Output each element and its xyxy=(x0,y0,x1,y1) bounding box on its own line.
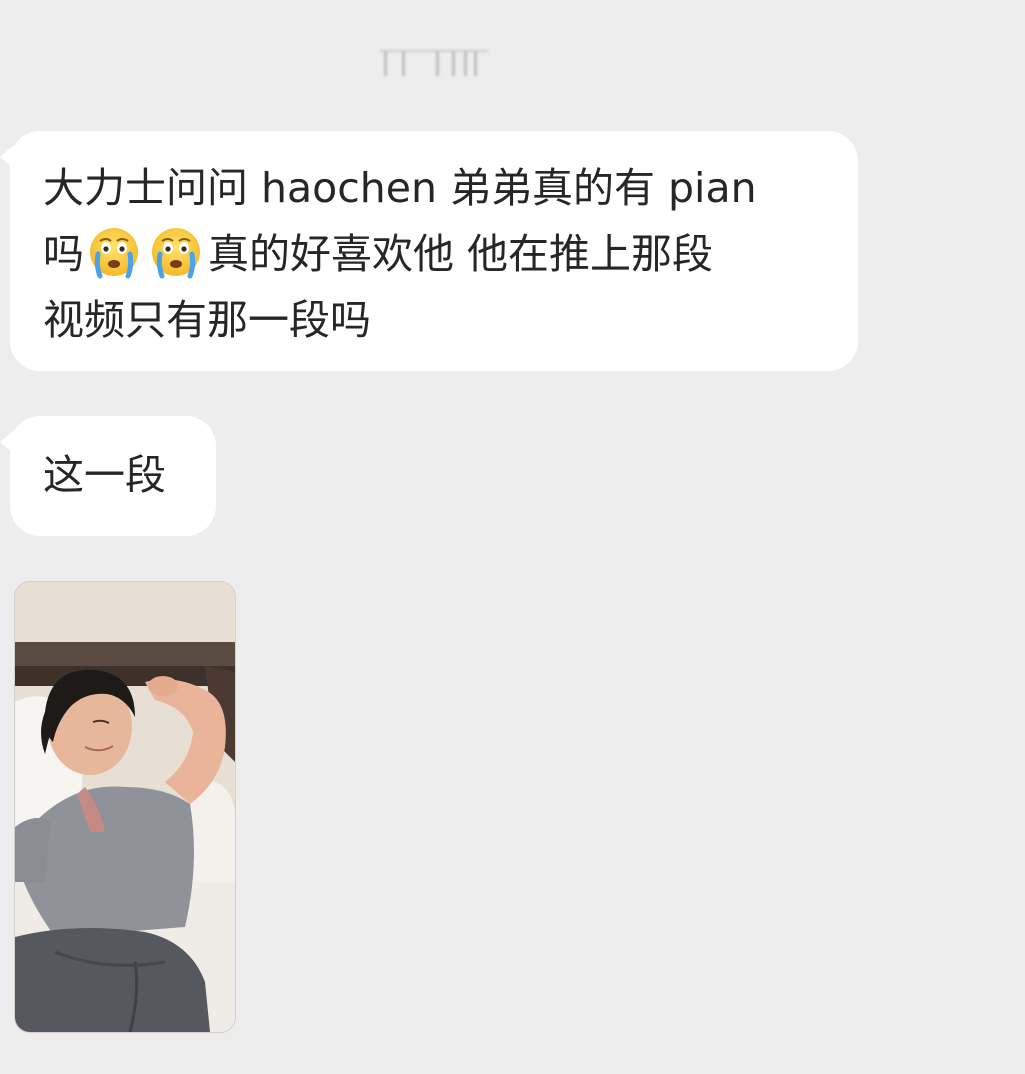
incoming-message-bubble[interactable]: 这一段 xyxy=(0,416,216,536)
incoming-message-bubble[interactable]: 大力士问问 haochen 弟弟真的有 pian 吗 真的好喜欢他 他在推上那段… xyxy=(0,131,858,371)
message-line: 视频只有那一段吗 xyxy=(43,296,371,344)
bubble-tail xyxy=(0,430,14,454)
chat-screen: 大力士问问 haochen 弟弟真的有 pian 吗 真的好喜欢他 他在推上那段… xyxy=(0,0,1025,1074)
image-message[interactable] xyxy=(14,581,236,1033)
message-text: 吗 xyxy=(43,230,84,278)
message-line: 吗 真的好喜欢他 他在推上那段 xyxy=(43,221,828,287)
bubble-tail xyxy=(0,145,14,169)
message-text: 真的好喜欢他 他在推上那段 xyxy=(208,230,714,278)
blurred-header xyxy=(360,44,490,82)
message-line: 这一段 xyxy=(43,451,166,499)
loudly-crying-face-emoji xyxy=(86,224,142,280)
photo-thumbnail-icon xyxy=(15,582,235,1032)
loudly-crying-face-emoji xyxy=(148,224,204,280)
message-line: 大力士问问 haochen 弟弟真的有 pian xyxy=(43,164,757,212)
